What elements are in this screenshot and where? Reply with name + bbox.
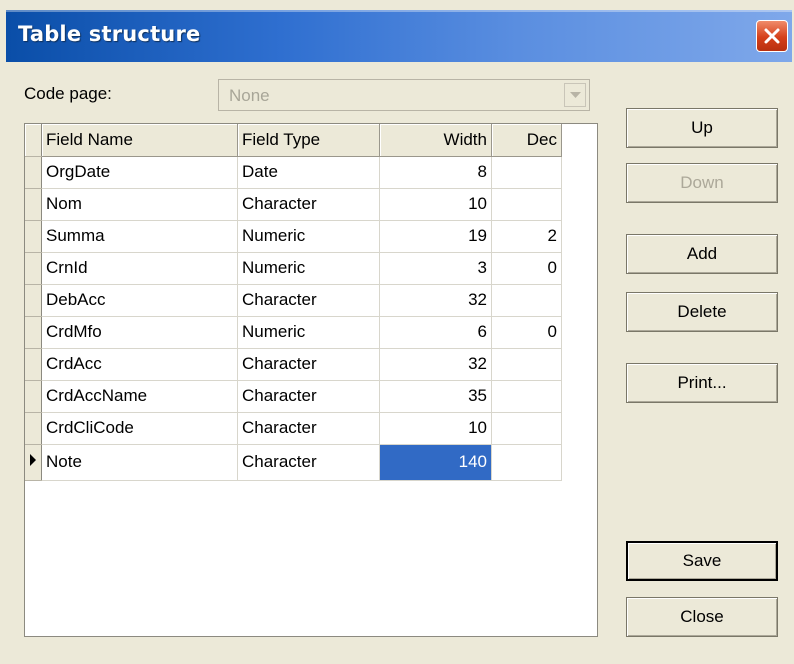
dec-cell[interactable] xyxy=(491,444,562,481)
table-row[interactable]: Nom Character 10 xyxy=(25,188,562,221)
dropdown-arrow[interactable] xyxy=(564,83,586,107)
width-cell[interactable]: 6 xyxy=(379,316,492,349)
save-button[interactable]: Save xyxy=(626,541,778,581)
row-indicator[interactable] xyxy=(25,412,42,445)
field-type-cell[interactable]: Numeric xyxy=(237,220,380,253)
width-cell-selected[interactable]: 140 xyxy=(379,444,492,481)
table-row[interactable]: Summa Numeric 19 2 xyxy=(25,220,562,253)
width-cell[interactable]: 8 xyxy=(379,156,492,189)
row-indicator[interactable] xyxy=(25,348,42,381)
close-icon xyxy=(764,28,780,44)
print-button[interactable]: Print... xyxy=(626,363,778,403)
down-button[interactable]: Down xyxy=(626,163,778,203)
field-name-cell[interactable]: OrgDate xyxy=(41,156,238,189)
field-type-cell[interactable]: Numeric xyxy=(237,252,380,285)
column-header-field-type[interactable]: Field Type xyxy=(237,124,380,157)
row-indicator[interactable] xyxy=(25,220,42,253)
row-indicator[interactable] xyxy=(25,156,42,189)
dec-cell[interactable]: 0 xyxy=(491,252,562,285)
field-name-cell[interactable]: Summa xyxy=(41,220,238,253)
width-cell[interactable]: 35 xyxy=(379,380,492,413)
table-row[interactable]: DebAcc Character 32 xyxy=(25,284,562,317)
dec-cell[interactable] xyxy=(491,348,562,381)
field-type-cell[interactable]: Character xyxy=(237,412,380,445)
field-name-cell[interactable]: CrdAccName xyxy=(41,380,238,413)
field-name-cell[interactable]: CrdAcc xyxy=(41,348,238,381)
column-header-dec[interactable]: Dec xyxy=(491,124,562,157)
dec-cell[interactable] xyxy=(491,412,562,445)
fields-table: Field Name Field Type Width Dec OrgDate … xyxy=(25,124,562,481)
field-type-cell[interactable]: Numeric xyxy=(237,316,380,349)
delete-button[interactable]: Delete xyxy=(626,292,778,332)
dec-cell[interactable] xyxy=(491,380,562,413)
field-type-cell[interactable]: Character xyxy=(237,444,380,481)
width-cell[interactable]: 10 xyxy=(379,188,492,221)
table-structure-dialog: Table structure Code page: None Field Na… xyxy=(0,0,794,664)
row-indicator[interactable] xyxy=(25,284,42,317)
row-indicator[interactable] xyxy=(25,380,42,413)
current-row-arrow-icon xyxy=(30,453,36,466)
field-type-cell[interactable]: Character xyxy=(237,380,380,413)
row-indicator[interactable] xyxy=(25,252,42,285)
dec-cell[interactable] xyxy=(491,284,562,317)
column-header-width[interactable]: Width xyxy=(379,124,492,157)
table-row[interactable]: CrnId Numeric 3 0 xyxy=(25,252,562,285)
code-page-select[interactable]: None xyxy=(218,79,590,111)
current-row-indicator[interactable] xyxy=(25,444,42,481)
field-name-cell[interactable]: Note xyxy=(41,444,238,481)
close-button[interactable]: Close xyxy=(626,597,778,637)
dec-cell[interactable] xyxy=(491,156,562,189)
title-bar[interactable]: Table structure xyxy=(6,10,792,62)
row-indicator-header xyxy=(25,124,42,157)
table-row[interactable]: CrdMfo Numeric 6 0 xyxy=(25,316,562,349)
width-cell[interactable]: 32 xyxy=(379,348,492,381)
field-type-cell[interactable]: Character xyxy=(237,348,380,381)
header-row: Field Name Field Type Width Dec xyxy=(25,124,562,157)
row-indicator[interactable] xyxy=(25,188,42,221)
row-indicator[interactable] xyxy=(25,316,42,349)
width-cell[interactable]: 10 xyxy=(379,412,492,445)
chevron-down-icon xyxy=(570,92,581,98)
field-type-cell[interactable]: Character xyxy=(237,188,380,221)
close-window-button[interactable] xyxy=(756,20,788,52)
field-type-cell[interactable]: Date xyxy=(237,156,380,189)
field-name-cell[interactable]: Nom xyxy=(41,188,238,221)
table-row[interactable]: OrgDate Date 8 xyxy=(25,156,562,189)
width-cell[interactable]: 32 xyxy=(379,284,492,317)
field-name-cell[interactable]: CrdCliCode xyxy=(41,412,238,445)
field-type-cell[interactable]: Character xyxy=(237,284,380,317)
width-cell[interactable]: 3 xyxy=(379,252,492,285)
table-row[interactable]: CrdAccName Character 35 xyxy=(25,380,562,413)
code-page-label: Code page: xyxy=(24,84,112,103)
field-name-cell[interactable]: CrdMfo xyxy=(41,316,238,349)
dec-cell[interactable]: 2 xyxy=(491,220,562,253)
table-row-current[interactable]: Note Character 140 xyxy=(25,444,562,481)
dec-cell[interactable] xyxy=(491,188,562,221)
add-button[interactable]: Add xyxy=(626,234,778,274)
field-name-cell[interactable]: DebAcc xyxy=(41,284,238,317)
table-row[interactable]: CrdAcc Character 32 xyxy=(25,348,562,381)
fields-grid[interactable]: Field Name Field Type Width Dec OrgDate … xyxy=(24,123,598,637)
up-button[interactable]: Up xyxy=(626,108,778,148)
field-name-cell[interactable]: CrnId xyxy=(41,252,238,285)
window-title: Table structure xyxy=(18,22,201,46)
width-cell[interactable]: 19 xyxy=(379,220,492,253)
dec-cell[interactable]: 0 xyxy=(491,316,562,349)
code-page-value: None xyxy=(229,86,270,105)
column-header-field-name[interactable]: Field Name xyxy=(41,124,238,157)
table-row[interactable]: CrdCliCode Character 10 xyxy=(25,412,562,445)
